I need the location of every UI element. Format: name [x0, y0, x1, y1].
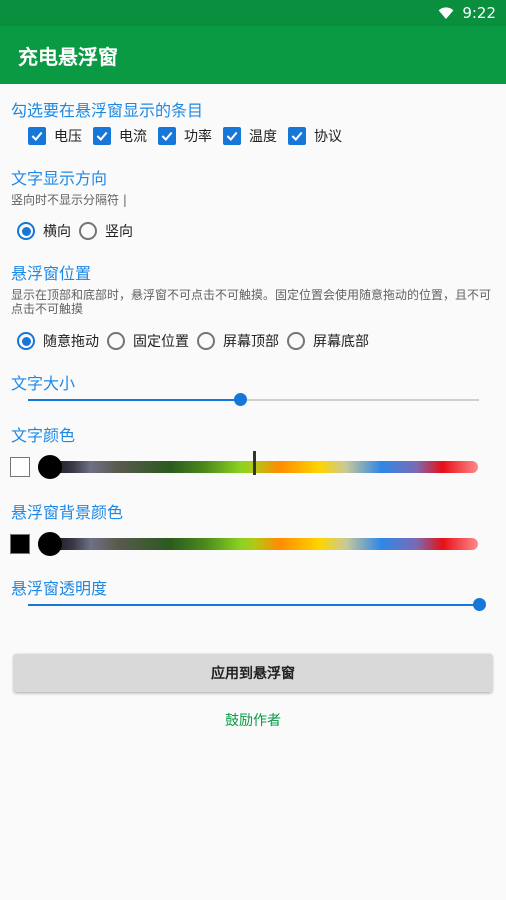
text-color-swatch: [10, 457, 30, 477]
text-size-slider-fill: [28, 399, 240, 401]
text-direction-hint: 竖向时不显示分隔符 |: [11, 193, 127, 207]
radio-selected-icon[interactable]: [17, 332, 35, 350]
checkbox-voltage[interactable]: 电压: [28, 126, 82, 146]
window-position-title: 悬浮窗位置: [11, 264, 92, 283]
window-position-radio-group: 随意拖动 固定位置 屏幕顶部 屏幕底部: [17, 329, 377, 353]
radio-selected-icon[interactable]: [17, 222, 35, 240]
radio-fixed-position[interactable]: 固定位置: [107, 331, 189, 351]
radio-screen-bottom[interactable]: 屏幕底部: [287, 331, 369, 351]
text-size-slider-thumb[interactable]: [233, 393, 247, 406]
bg-color-hue-thumb[interactable]: [38, 532, 62, 556]
bg-color-swatch: [10, 534, 30, 554]
radio-label: 屏幕顶部: [223, 334, 279, 350]
radio-unselected-icon[interactable]: [287, 332, 305, 350]
checkbox-current[interactable]: 电流: [93, 126, 147, 146]
apply-to-window-button[interactable]: 应用到悬浮窗: [14, 654, 492, 692]
opacity-slider-thumb[interactable]: [473, 598, 486, 611]
radio-label: 横向: [43, 224, 71, 240]
radio-label: 固定位置: [133, 334, 189, 350]
checkbox-checked-icon[interactable]: [223, 127, 241, 145]
bg-color-hue-bar[interactable]: [38, 538, 478, 550]
text-direction-title: 文字显示方向: [11, 169, 108, 188]
opacity-slider-fill: [28, 604, 479, 606]
radio-label: 竖向: [105, 224, 133, 240]
checkbox-checked-icon[interactable]: [288, 127, 306, 145]
opacity-slider[interactable]: [28, 598, 486, 611]
text-color-hue-thumb[interactable]: [38, 455, 62, 479]
text-color-hue-bar[interactable]: [38, 461, 478, 473]
radio-screen-top[interactable]: 屏幕顶部: [197, 331, 279, 351]
radio-unselected-icon[interactable]: [79, 222, 97, 240]
text-direction-radio-group: 横向 竖向: [17, 219, 141, 243]
radio-horizontal[interactable]: 横向: [17, 221, 71, 241]
text-size-title: 文字大小: [11, 374, 76, 393]
status-time: 9:22: [462, 4, 496, 22]
checkbox-label: 温度: [249, 129, 277, 145]
radio-unselected-icon[interactable]: [107, 332, 125, 350]
radio-label: 屏幕底部: [313, 334, 369, 350]
display-items-checkboxes: 电压 电流 功率 温度 协议: [28, 125, 353, 147]
checkbox-label: 协议: [314, 129, 342, 145]
radio-label: 随意拖动: [43, 334, 99, 350]
app-title: 充电悬浮窗: [18, 45, 118, 69]
status-bar: 9:22: [0, 0, 506, 26]
radio-free-drag[interactable]: 随意拖动: [17, 331, 99, 351]
radio-vertical[interactable]: 竖向: [79, 221, 133, 241]
bg-color-title: 悬浮窗背景颜色: [11, 503, 124, 522]
checkbox-protocol[interactable]: 协议: [288, 126, 342, 146]
display-items-title: 勾选要在悬浮窗显示的条目: [11, 101, 204, 120]
text-color-marker: [252, 451, 256, 475]
encourage-author-link[interactable]: 鼓励作者: [0, 710, 506, 730]
radio-unselected-icon[interactable]: [197, 332, 215, 350]
checkbox-checked-icon[interactable]: [158, 127, 176, 145]
checkbox-label: 电压: [54, 129, 82, 145]
checkbox-label: 功率: [184, 129, 212, 145]
checkbox-label: 电流: [119, 129, 147, 145]
app-bar: 充电悬浮窗: [0, 26, 506, 84]
checkbox-temperature[interactable]: 温度: [223, 126, 277, 146]
text-color-title: 文字颜色: [11, 426, 76, 445]
checkbox-checked-icon[interactable]: [28, 127, 46, 145]
opacity-title: 悬浮窗透明度: [11, 579, 108, 598]
checkbox-checked-icon[interactable]: [93, 127, 111, 145]
text-size-slider[interactable]: [28, 393, 479, 406]
window-position-hint: 显示在顶部和底部时，悬浮窗不可点击不可触摸。固定位置会使用随意拖动的位置，且不可…: [11, 288, 492, 316]
checkbox-power[interactable]: 功率: [158, 126, 212, 146]
wifi-icon: [438, 7, 454, 19]
